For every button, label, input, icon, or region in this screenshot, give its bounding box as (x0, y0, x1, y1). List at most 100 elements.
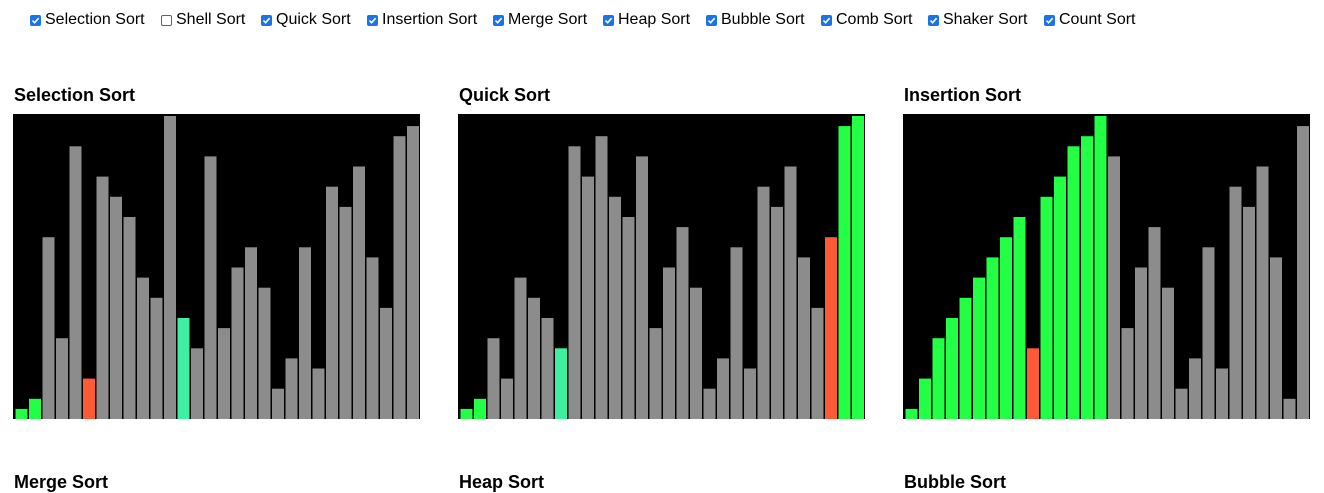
bar (905, 408, 918, 419)
checkbox-shaker-sort[interactable]: Shaker Sort (928, 10, 1027, 30)
bar (1013, 217, 1026, 419)
bar (299, 247, 311, 419)
bars-canvas (460, 116, 864, 419)
checkbox-box[interactable] (706, 14, 717, 26)
bar (1175, 388, 1188, 419)
bar (164, 116, 176, 419)
bar (514, 277, 527, 419)
bar (609, 196, 621, 419)
bar (191, 348, 203, 419)
bar (1202, 247, 1215, 419)
bar (1000, 237, 1012, 419)
bar (717, 358, 729, 419)
checkbox-box[interactable] (30, 14, 41, 26)
checkbox-bubble-sort[interactable]: Bubble Sort (706, 10, 805, 30)
panel-title: Merge Sort (14, 472, 109, 492)
bar (757, 186, 770, 419)
bar (460, 408, 473, 419)
bar (150, 297, 163, 419)
bar (1081, 136, 1093, 419)
bar-chart (903, 114, 1310, 419)
bar (1121, 328, 1134, 419)
panel-title: Bubble Sort (904, 472, 1006, 492)
bar (946, 318, 958, 419)
bar (555, 348, 567, 419)
bar (730, 247, 743, 419)
bar (1216, 368, 1228, 419)
bar (326, 186, 338, 419)
bar (110, 196, 122, 419)
panel-title: Heap Sort (459, 472, 545, 492)
checkbox-label: Selection Sort (45, 11, 145, 28)
bar (218, 328, 230, 419)
bar (353, 166, 365, 419)
checkbox-label: Shaker Sort (943, 11, 1028, 28)
checkbox-merge-sort[interactable]: Merge Sort (493, 10, 587, 30)
checkbox-label: Merge Sort (508, 11, 588, 28)
checkbox-box[interactable] (367, 14, 378, 26)
bar (703, 388, 716, 419)
panel-title: Insertion Sort (904, 85, 1022, 105)
bar (541, 318, 554, 419)
bar (1040, 196, 1053, 419)
checkbox-box[interactable] (1044, 14, 1055, 26)
bar (986, 257, 999, 419)
checkbox-box[interactable] (603, 14, 614, 26)
bar (595, 136, 608, 419)
checkbox-count-sort[interactable]: Count Sort (1044, 10, 1135, 30)
bar (1094, 116, 1107, 419)
bar (636, 156, 648, 419)
checkbox-shell-sort[interactable]: Shell Sort (161, 10, 245, 30)
bars-canvas (15, 116, 419, 419)
bar (1256, 166, 1269, 419)
bar (393, 136, 406, 419)
bar (825, 237, 837, 419)
bar-chart (13, 114, 420, 419)
checkbox-box[interactable] (821, 14, 832, 26)
bar (407, 126, 419, 419)
bar (568, 146, 581, 419)
checkbox-comb-sort[interactable]: Comb Sort (821, 10, 912, 30)
checkbox-box[interactable] (928, 14, 939, 26)
checkbox-box[interactable] (261, 14, 272, 26)
bar (1148, 227, 1161, 419)
bar (258, 287, 271, 419)
bar (838, 126, 851, 419)
checkbox-label: Shell Sort (176, 11, 246, 28)
checkbox-selection-sort[interactable]: Selection Sort (30, 10, 145, 30)
checkbox-quick-sort[interactable]: Quick Sort (261, 10, 351, 30)
bar (204, 156, 217, 419)
bar (1162, 287, 1174, 419)
checkbox-heap-sort[interactable]: Heap Sort (603, 10, 690, 30)
bar (973, 277, 985, 419)
bars-canvas (905, 116, 1309, 419)
bar (811, 307, 824, 419)
bar (366, 257, 379, 419)
bar (1108, 156, 1120, 419)
checkbox-label: Bubble Sort (721, 11, 805, 28)
bar (29, 398, 41, 419)
bar (1270, 257, 1282, 419)
checkbox-box[interactable] (161, 14, 172, 26)
checkbox-insertion-sort[interactable]: Insertion Sort (367, 10, 477, 30)
checkbox-box[interactable] (493, 14, 504, 26)
bar (649, 328, 662, 419)
bar (663, 267, 675, 419)
bar (784, 166, 797, 419)
bar (137, 277, 149, 419)
bar (285, 358, 298, 419)
bar (744, 368, 756, 419)
bar (69, 146, 82, 419)
bar (852, 116, 864, 419)
bar (1027, 348, 1039, 419)
panel-title: Selection Sort (14, 85, 136, 105)
bar (501, 378, 513, 419)
checkbox-label: Heap Sort (618, 11, 691, 28)
bar (15, 408, 28, 419)
bar (1054, 176, 1066, 419)
bar (932, 338, 945, 419)
bar (56, 338, 68, 419)
bar (1229, 186, 1242, 419)
bar (676, 227, 689, 419)
bar (1067, 146, 1080, 419)
